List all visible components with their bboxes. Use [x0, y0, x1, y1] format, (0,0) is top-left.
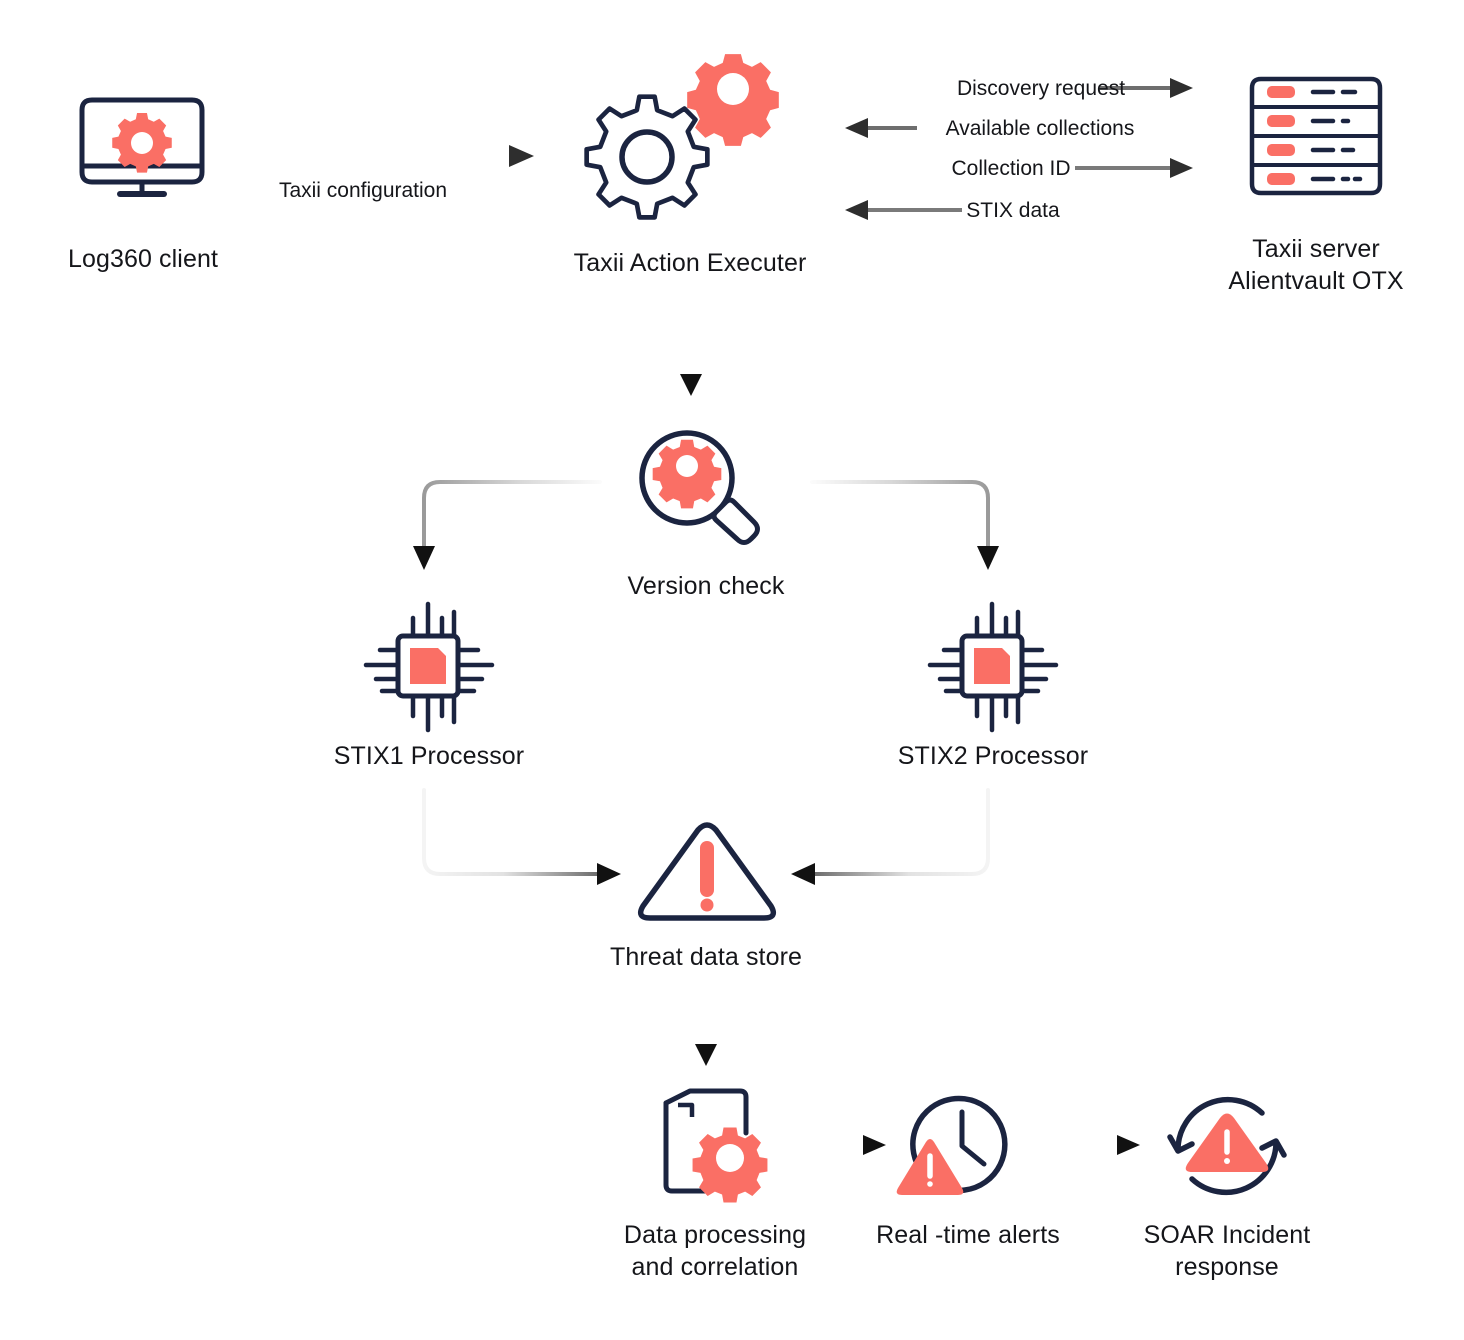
connector-label-discovery-request: Discovery request	[956, 77, 1126, 100]
connector-version-to-stix1	[413, 480, 602, 570]
document-gear-icon	[648, 1085, 778, 1205]
node-label-threat-data-store: Threat data store	[609, 943, 803, 971]
node-label-log360-client: Log360 client	[67, 245, 219, 273]
node-label-realtime-alerts: Real -time alerts	[876, 1221, 1060, 1249]
connector-version-to-stix2	[810, 480, 999, 570]
connector-label-taxii-configuration: Taxii configuration	[278, 179, 448, 202]
two-gears-icon	[565, 45, 795, 230]
connector-label-collection-id: Collection ID	[951, 157, 1071, 180]
node-label-taxii-server: Taxii server Alientvault OTX	[1228, 235, 1404, 295]
connector-label-available-collections: Available collections	[945, 117, 1135, 140]
magnifier-gear-icon	[630, 428, 770, 553]
connector-store-to-processing	[695, 998, 717, 1066]
clock-alert-icon	[896, 1084, 1026, 1209]
connector-processing-to-alerts	[800, 1135, 886, 1155]
node-label-soar-incident-response: SOAR Incident response	[1143, 1221, 1311, 1281]
connector-stix1-to-store	[422, 788, 621, 885]
cycle-alert-icon	[1162, 1082, 1292, 1210]
cpu-chip-icon	[354, 592, 502, 740]
connector-alerts-to-soar	[1062, 1135, 1140, 1155]
connector-stix2-to-store	[791, 788, 990, 885]
node-label-taxii-action-executer: Taxii Action Executer	[573, 249, 807, 277]
node-label-version-check: Version check	[627, 572, 785, 600]
server-rack-icon	[1248, 76, 1384, 196]
connector-executer-to-version-check	[680, 291, 702, 396]
cpu-chip-icon	[918, 592, 1066, 740]
connector-label-stix-data: STIX data	[966, 199, 1060, 222]
connector-taxii-configuration	[243, 145, 534, 167]
node-label-data-processing: Data processing and correlation	[623, 1221, 807, 1281]
node-label-stix1-processor: STIX1 Processor	[333, 742, 525, 770]
warning-triangle-outline-icon	[634, 818, 780, 928]
diagram-canvas: Taxii configuration Discovery request Av…	[0, 0, 1464, 1340]
node-label-stix2-processor: STIX2 Processor	[897, 742, 1089, 770]
monitor-gear-icon	[72, 88, 212, 203]
